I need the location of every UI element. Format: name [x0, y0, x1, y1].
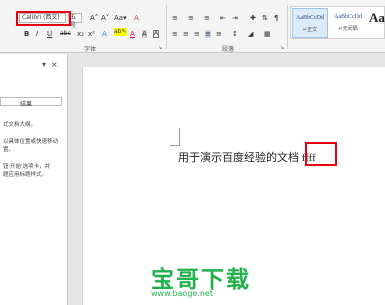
style-preview: Aa [369, 10, 385, 25]
highlight-button[interactable]: ab✎ [114, 28, 127, 36]
document-text[interactable]: 用于演示百度经验的文档 ffff [178, 149, 316, 165]
style-normal[interactable]: AaBbCcDd ↵正文 [292, 8, 328, 38]
paragraph-dialog-launcher-icon[interactable]: ↘ [280, 44, 284, 52]
text-effect-button[interactable]: A [102, 30, 107, 38]
nav-help-text: 式文档大纲。 [3, 122, 37, 128]
align-left-button[interactable]: ≡ [172, 30, 178, 38]
line-spacing-button[interactable]: ↕ [232, 30, 238, 38]
styles-gallery: AaBbCcDd ↵正文 AaBbCcDd ↵无间隔 Aa [290, 6, 385, 39]
close-icon[interactable]: × [51, 60, 58, 69]
numbering-button[interactable]: ≡ [188, 14, 194, 22]
style-heading1[interactable]: Aa [368, 8, 385, 38]
char-shading-button[interactable]: A [142, 30, 147, 38]
ribbon-toolbar: Calibri (西文) 五号 A˄ A˅ Aa▾ A B I U abc x₂… [0, 0, 385, 53]
nav-help-text: 以具体位置或快速移动 [3, 139, 59, 145]
multilevel-list-button[interactable]: ≡ [204, 14, 210, 22]
chinese-layout-button[interactable]: ✚ [250, 14, 256, 22]
char-border-button[interactable]: A [153, 30, 160, 38]
tab-results[interactable]: 结果 [20, 99, 32, 108]
clear-format-button[interactable]: A [134, 14, 139, 22]
nav-dropdown-icon[interactable]: ▾ [42, 60, 46, 69]
style-name: ↵无间隔 [338, 26, 358, 32]
highlight-box [305, 142, 337, 166]
font-group-label: 字体 [84, 46, 97, 53]
sort-button[interactable]: ⇅ [262, 14, 268, 22]
italic-button[interactable]: I [36, 30, 38, 38]
nav-help-text: 钮'开始'选项卡，并 [3, 164, 51, 170]
underline-button[interactable]: U [47, 30, 52, 38]
font-color-button[interactable]: A [130, 30, 135, 38]
style-no-spacing[interactable]: AaBbCcDd ↵无间隔 [330, 8, 366, 38]
increase-indent-button[interactable]: ⇥ [232, 14, 238, 22]
bullets-button[interactable]: ≡ [172, 14, 178, 22]
margin-crop-mark [170, 128, 180, 146]
distributed-button[interactable]: ≡ [216, 30, 222, 38]
nav-help-text: 题应用标题样式。 [3, 172, 48, 178]
bold-button[interactable]: B [24, 30, 29, 38]
group-divider [287, 5, 288, 49]
shading-button[interactable]: ◢ [248, 30, 253, 38]
watermark-url: www.baoge.net [151, 289, 213, 298]
decrease-indent-button[interactable]: ⇤ [220, 14, 226, 22]
change-case-button[interactable]: Aa▾ [114, 14, 127, 22]
show-marks-button[interactable]: ¶ [274, 14, 278, 22]
borders-button[interactable]: ▦ [264, 30, 271, 38]
grow-font-button[interactable]: A˄ [90, 14, 98, 22]
shrink-font-button[interactable]: A˅ [101, 14, 109, 22]
group-divider [166, 5, 167, 49]
navigation-pane: ▾ × 结果 式文档大纲。 以具体位置或快速移动 置。 钮'开始'选项卡，并 题… [0, 54, 68, 305]
align-center-button[interactable]: ≡ [183, 30, 189, 38]
superscript-button[interactable]: x² [88, 30, 95, 38]
nav-help-text: 置。 [3, 147, 15, 153]
strikethrough-button[interactable]: abc [60, 30, 71, 38]
paragraph-group-label: 段落 [222, 46, 235, 53]
subscript-button[interactable]: x₂ [77, 30, 84, 38]
style-preview: AaBbCcDd [296, 15, 324, 21]
style-name: ↵正文 [302, 27, 318, 33]
font-dialog-launcher-icon[interactable]: ↘ [158, 44, 162, 52]
style-preview: AaBbCcDd [334, 14, 362, 20]
highlight-box [16, 11, 71, 26]
align-right-button[interactable]: ≡ [194, 30, 200, 38]
justify-button[interactable]: ≡ [205, 30, 211, 38]
